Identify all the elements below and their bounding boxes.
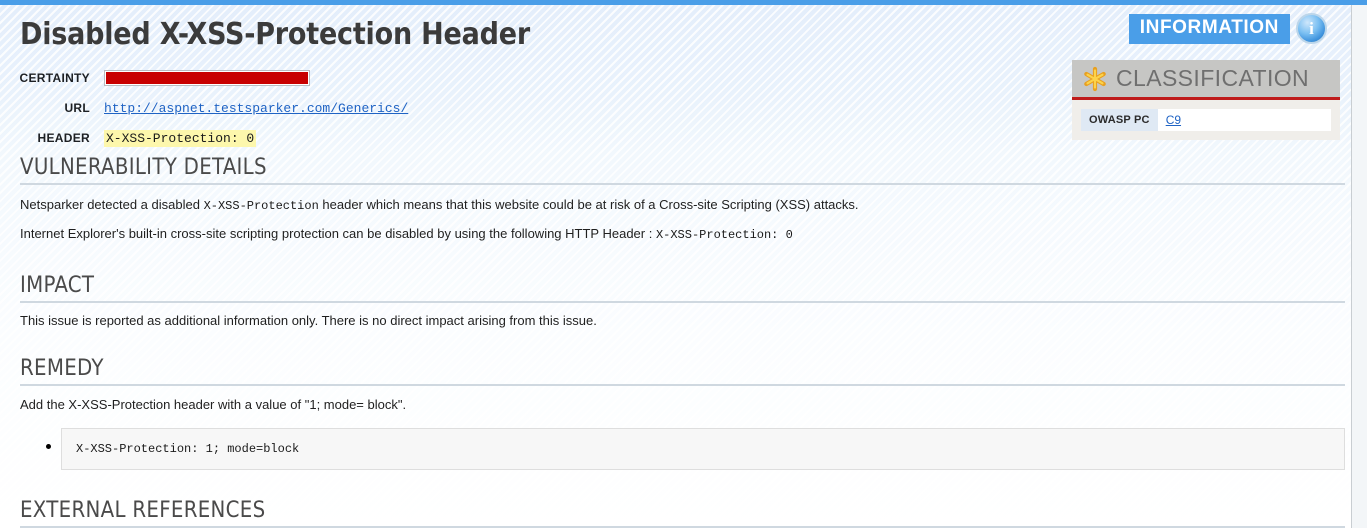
remedy-code-block: X-XSS-Protection: 1; mode=block xyxy=(61,427,1345,470)
certainty-label: CERTAINTY xyxy=(19,71,90,85)
info-icon-glyph: i xyxy=(1309,19,1314,38)
vd-p1-code: X-XSS-Protection xyxy=(203,199,319,213)
header-row: HEADER X-XSS-Protection: 0 xyxy=(0,123,700,153)
url-row: URL http://aspnet.testsparker.com/Generi… xyxy=(0,93,700,123)
report-body: VULNERABILITY DETAILS Netsparker detecte… xyxy=(0,155,1351,528)
asterisk-star-icon xyxy=(1082,66,1108,92)
classification-key: OWASP PC xyxy=(1081,109,1158,131)
remedy-paragraph: Add the X-XSS-Protection header with a v… xyxy=(20,397,407,413)
scrollbar-gutter[interactable] xyxy=(1351,5,1367,528)
classification-value-link[interactable]: C9 xyxy=(1166,113,1181,127)
certainty-bar xyxy=(104,70,310,86)
severity-badge: INFORMATION xyxy=(1128,13,1290,44)
vd-p2-text-before: Internet Explorer's built-in cross-site … xyxy=(20,226,656,241)
severity-indicator: INFORMATION i xyxy=(1128,13,1327,44)
section-title-remedy: REMEDY xyxy=(20,356,1345,387)
url-label: URL xyxy=(64,101,90,115)
url-value: http://aspnet.testsparker.com/Generics/ xyxy=(104,100,408,116)
classification-panel: CLASSIFICATION OWASP PC C9 xyxy=(1072,60,1340,140)
vulnerability-meta: CERTAINTY URL http://aspnet.testsparker.… xyxy=(0,63,700,153)
header-value-highlight: X-XSS-Protection: 0 xyxy=(104,130,257,147)
vd-p2-code: X-XSS-Protection: 0 xyxy=(655,228,793,242)
section-title-external-references: EXTERNAL REFERENCES xyxy=(20,498,1345,528)
page-title: Disabled X-XSS-Protection Header xyxy=(20,17,531,52)
classification-value: C9 xyxy=(1158,113,1181,127)
vulnerability-report-page: INFORMATION i Disabled X-XSS-Protection … xyxy=(0,0,1367,528)
target-url-link[interactable]: http://aspnet.testsparker.com/Generics/ xyxy=(104,101,408,116)
vulnerability-details-paragraph-2: Internet Explorer's built-in cross-site … xyxy=(20,226,1351,243)
section-title-impact: IMPACT xyxy=(20,273,1345,303)
vd-p1-text-before: Netsparker detected a disabled xyxy=(20,197,204,212)
impact-paragraph: This issue is reported as additional inf… xyxy=(20,313,597,328)
section-title-vulnerability-details: VULNERABILITY DETAILS xyxy=(20,155,1345,185)
header-label: HEADER xyxy=(37,131,90,145)
remedy-code-item: X-XSS-Protection: 1; mode=block xyxy=(20,427,1351,470)
vd-p1-text-after: header which means that this website cou… xyxy=(318,197,859,212)
vulnerability-details-paragraph-1: Netsparker detected a disabled X-XSS-Pro… xyxy=(20,197,1351,214)
info-icon: i xyxy=(1296,13,1327,44)
classification-title: CLASSIFICATION xyxy=(1116,65,1310,91)
bullet-icon xyxy=(46,443,51,449)
report-content: INFORMATION i Disabled X-XSS-Protection … xyxy=(0,5,1351,528)
classification-row: OWASP PC C9 xyxy=(1081,109,1331,131)
remedy-code-list: X-XSS-Protection: 1; mode=block xyxy=(0,427,1351,470)
certainty-row: CERTAINTY xyxy=(0,63,700,93)
certainty-bar-fill xyxy=(106,72,308,84)
header-value: X-XSS-Protection: 0 xyxy=(104,130,257,147)
classification-header: CLASSIFICATION xyxy=(1072,60,1340,100)
